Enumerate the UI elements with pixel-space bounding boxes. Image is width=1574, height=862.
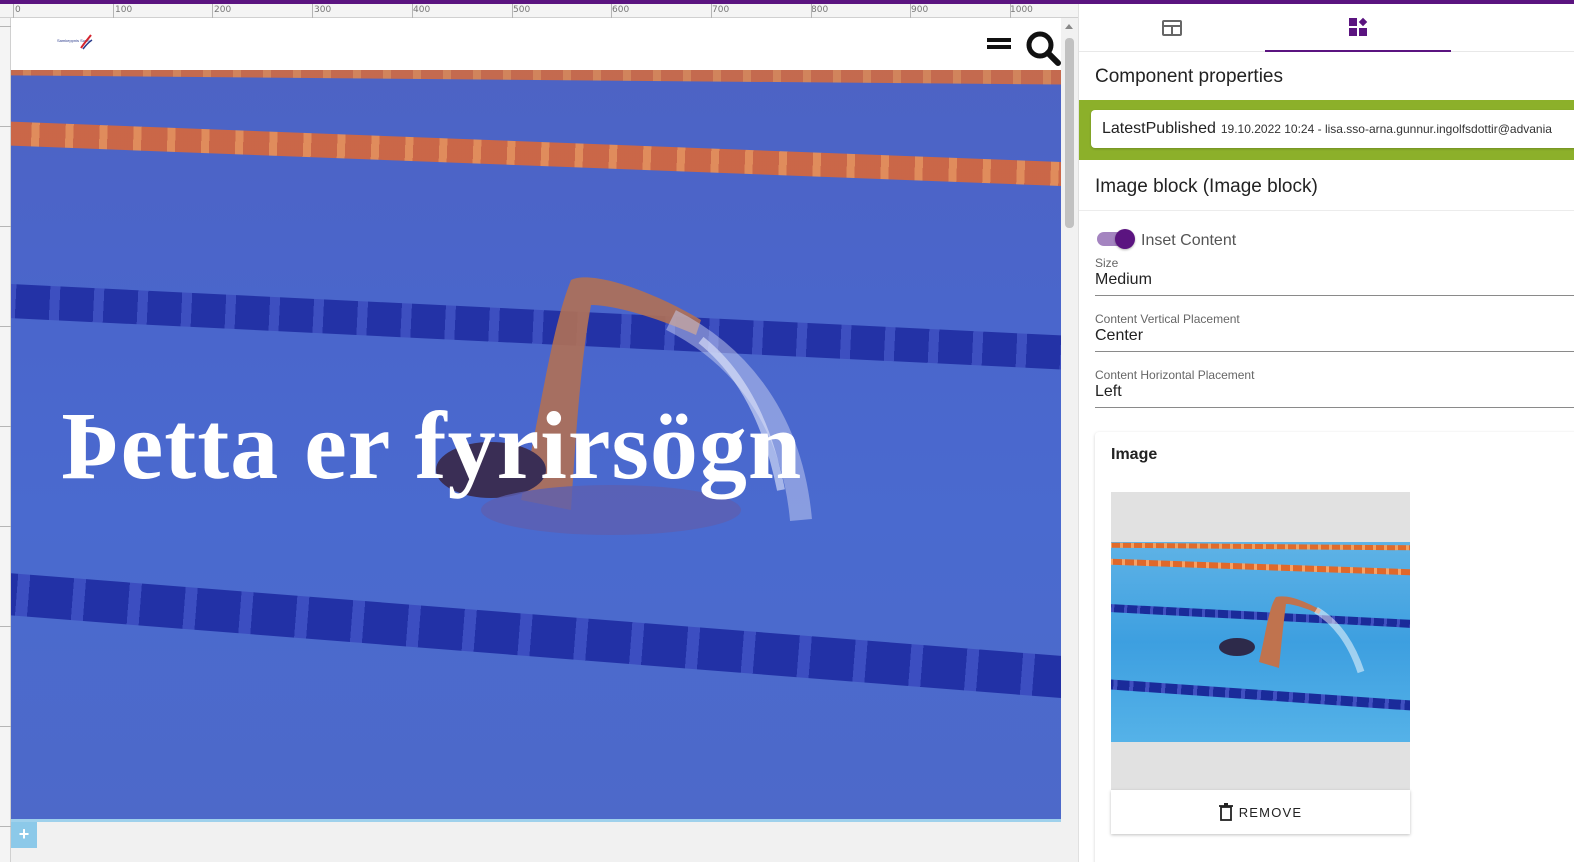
status-name: LatestPublished <box>1102 120 1216 137</box>
ruler-tick <box>0 726 11 727</box>
image-thumbnail[interactable] <box>1111 492 1410 790</box>
components-icon <box>1349 17 1368 36</box>
tab-actions[interactable] <box>1451 4 1574 52</box>
remove-label: REMOVE <box>1238 804 1303 820</box>
ruler-label: 500 <box>513 5 531 15</box>
size-field[interactable]: Size Medium <box>1095 256 1574 296</box>
divider <box>1079 210 1574 211</box>
ruler-tick <box>1010 4 1011 18</box>
size-label: Size <box>1095 256 1119 270</box>
page-editor-canvas: 0 100 200 300 400 500 600 700 800 900 10… <box>0 4 1078 862</box>
ruler-tick <box>212 4 214 18</box>
scrollbar-thumb[interactable] <box>1065 38 1074 228</box>
ruler-label: 0 <box>15 5 21 15</box>
lane-rope-orange <box>11 70 1061 85</box>
publish-status-card: LatestPublished 19.10.2022 10:24 - lisa.… <box>1091 110 1574 148</box>
image-card: Image REMOVE <box>1095 432 1574 862</box>
panel-tabs <box>1079 4 1574 52</box>
site-logo[interactable]: Samkeppnis Sund <box>57 34 109 52</box>
ruler-label: 800 <box>811 5 829 15</box>
ruler-tick <box>411 4 413 18</box>
ruler-tick <box>112 4 114 18</box>
trash-icon <box>1218 803 1233 821</box>
ruler-label: 300 <box>314 5 332 15</box>
ruler-label: 200 <box>214 5 232 15</box>
horizontal-placement-value: Left <box>1095 383 1122 400</box>
ruler-label: 700 <box>712 5 730 15</box>
vertical-placement-label: Content Vertical Placement <box>1095 312 1240 326</box>
size-value: Medium <box>1095 271 1152 288</box>
vertical-placement-field[interactable]: Content Vertical Placement Center <box>1095 312 1574 352</box>
tab-layout[interactable] <box>1079 4 1265 52</box>
toggle-knob <box>1115 229 1135 249</box>
status-meta: 19.10.2022 10:24 - lisa.sso-arna.gunnur.… <box>1220 122 1552 136</box>
hero-image-block[interactable]: Þetta er fyrirsögn <box>11 70 1061 820</box>
image-preview <box>1111 542 1410 742</box>
layout-icon <box>1162 20 1182 36</box>
lane-rope-orange <box>11 120 1061 188</box>
page-preview[interactable]: Samkeppnis Sund Þetta er fyrirsögn <box>11 18 1061 820</box>
publish-status-bar: LatestPublished 19.10.2022 10:24 - lisa.… <box>1079 100 1574 160</box>
add-block-button[interactable]: + <box>11 822 37 848</box>
ruler-tick <box>0 226 11 227</box>
hero-heading[interactable]: Þetta er fyrirsögn <box>61 390 802 501</box>
ruler-tick <box>910 4 912 18</box>
ruler-tick <box>0 26 11 27</box>
ruler-label: 1000 <box>1010 5 1033 15</box>
ruler-label: 400 <box>413 5 431 15</box>
ruler-tick <box>710 4 712 18</box>
horizontal-placement-field[interactable]: Content Horizontal Placement Left <box>1095 368 1574 408</box>
ruler-tick <box>0 626 11 627</box>
horizontal-ruler: 0 100 200 300 400 500 600 700 800 900 10… <box>0 4 1078 18</box>
ruler-tick <box>0 526 11 527</box>
ruler-tick <box>511 4 513 18</box>
tab-components[interactable] <box>1265 4 1451 52</box>
logo-swoosh-icon <box>80 34 93 50</box>
ruler-tick <box>0 826 11 827</box>
lane-rope-blue <box>11 570 1061 702</box>
horizontal-placement-label: Content Horizontal Placement <box>1095 368 1255 382</box>
inset-content-toggle[interactable] <box>1097 229 1135 249</box>
inset-content-label: Inset Content <box>1141 232 1237 249</box>
block-title: Image block (Image block) <box>1095 176 1318 197</box>
search-icon[interactable] <box>1023 28 1063 68</box>
image-card-title: Image <box>1111 446 1158 463</box>
vertical-ruler <box>0 18 11 862</box>
ruler-tick <box>312 4 314 18</box>
hamburger-menu-icon[interactable] <box>987 38 1013 54</box>
ruler-tick <box>0 326 11 327</box>
ruler-tick <box>0 426 11 427</box>
block-selection-line <box>11 819 1061 822</box>
remove-image-button[interactable]: REMOVE <box>1111 790 1410 834</box>
ruler-tick <box>13 4 14 18</box>
vertical-placement-value: Center <box>1095 327 1144 344</box>
ruler-label: 600 <box>612 5 630 15</box>
ruler-tick <box>0 126 11 127</box>
scroll-up-arrow-icon[interactable] <box>1065 24 1073 29</box>
ruler-tick <box>611 4 613 18</box>
site-header: Samkeppnis Sund <box>11 18 1061 70</box>
ruler-label: 100 <box>115 5 133 15</box>
editor-scrollbar[interactable] <box>1062 18 1076 820</box>
ruler-tick <box>810 4 812 18</box>
panel-title: Component properties <box>1095 66 1283 87</box>
properties-panel: Component properties LatestPublished 19.… <box>1078 4 1574 862</box>
ruler-label: 900 <box>911 5 929 15</box>
